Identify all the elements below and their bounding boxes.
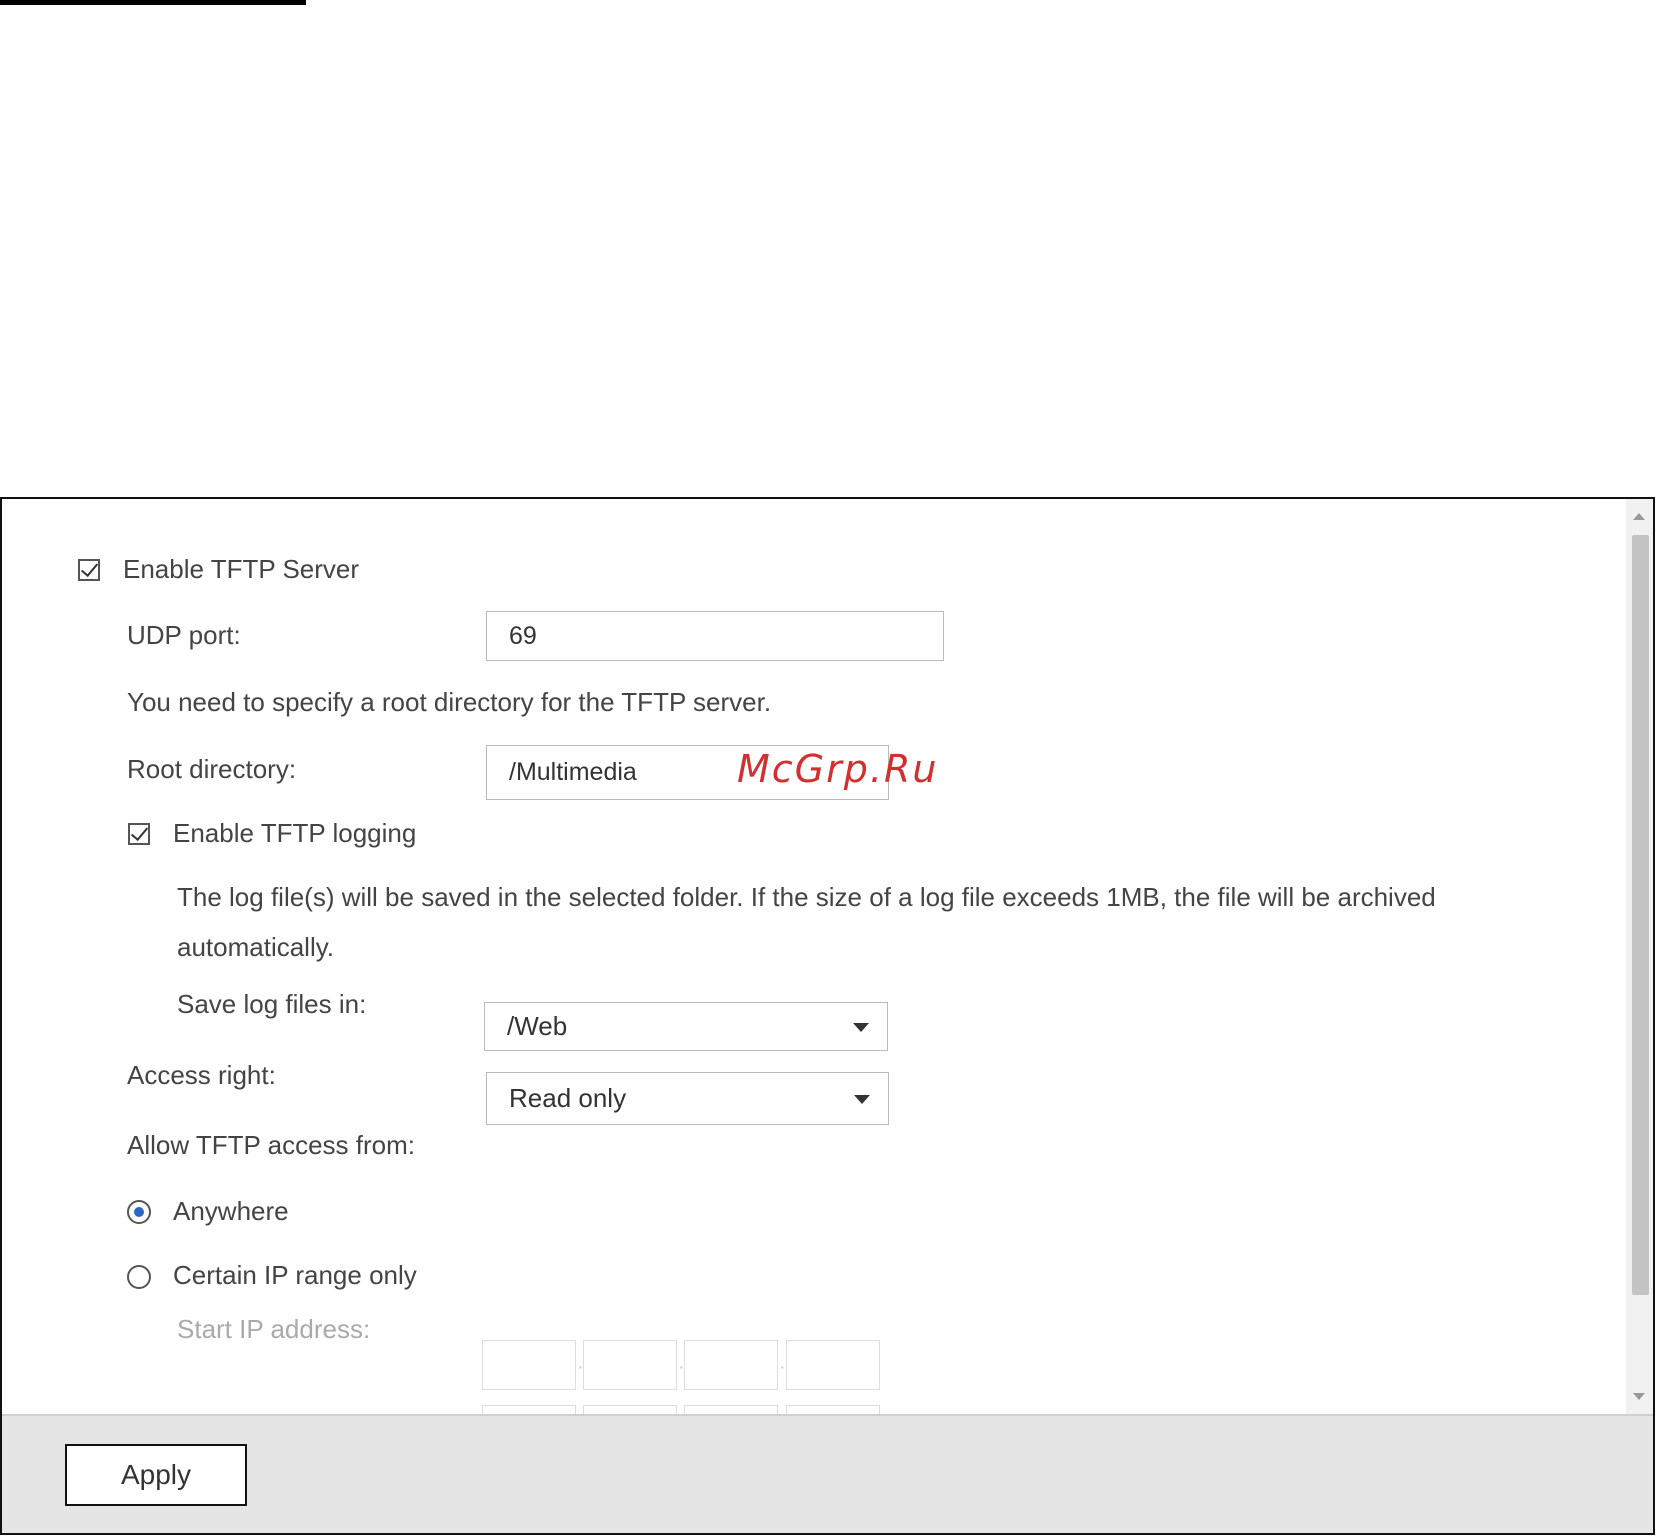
- start-ip-octet-4[interactable]: [786, 1340, 880, 1390]
- check-icon: [80, 558, 99, 578]
- access-anywhere-label: Anywhere: [173, 1196, 289, 1226]
- scroll-down-icon[interactable]: [1633, 1393, 1645, 1400]
- end-ip-octet-4[interactable]: [786, 1405, 880, 1414]
- scrollbar-thumb[interactable]: [1632, 535, 1649, 1295]
- enable-tftp-server-checkbox[interactable]: [78, 558, 100, 581]
- access-ip-range-radio[interactable]: [127, 1265, 151, 1289]
- settings-content: Enable TFTP Server UDP port: 69 You need…: [2, 499, 1626, 1414]
- check-icon: [130, 822, 149, 842]
- footer-bar: Apply: [2, 1414, 1653, 1533]
- save-log-folder-value: /Web: [507, 1011, 568, 1041]
- apply-button[interactable]: Apply: [65, 1444, 247, 1506]
- ip-separator: ·: [779, 1356, 786, 1378]
- access-right-value: Read only: [509, 1083, 627, 1113]
- end-ip-octet-1[interactable]: [482, 1405, 576, 1414]
- radio-selected-dot: [134, 1207, 144, 1217]
- access-right-label: Access right:: [127, 1060, 276, 1090]
- save-log-label: Save log files in:: [177, 989, 367, 1019]
- start-ip-octet-3[interactable]: [684, 1340, 778, 1390]
- start-ip-label: Start IP address:: [177, 1314, 371, 1344]
- vertical-scrollbar[interactable]: [1626, 499, 1653, 1414]
- watermark: McGrp.Ru: [737, 747, 939, 791]
- start-ip-octet-1[interactable]: [482, 1340, 576, 1390]
- start-ip-octet-2[interactable]: [583, 1340, 677, 1390]
- root-directory-note: You need to specify a root directory for…: [127, 687, 772, 717]
- chevron-down-icon: [853, 1022, 869, 1032]
- enable-tftp-logging-label: Enable TFTP logging: [173, 818, 417, 848]
- access-right-select[interactable]: Read only: [486, 1072, 889, 1125]
- top-rule: [0, 0, 306, 5]
- udp-port-input[interactable]: 69: [486, 611, 944, 661]
- enable-tftp-logging-checkbox[interactable]: [128, 822, 150, 845]
- access-anywhere-radio[interactable]: [127, 1200, 151, 1224]
- log-note-line1: The log file(s) will be saved in the sel…: [177, 882, 1436, 912]
- root-directory-label: Root directory:: [127, 754, 297, 784]
- end-ip-octet-2[interactable]: [583, 1405, 677, 1414]
- access-ip-range-label: Certain IP range only: [173, 1260, 417, 1290]
- allow-access-label: Allow TFTP access from:: [127, 1130, 415, 1160]
- end-ip-octet-3[interactable]: [684, 1405, 778, 1414]
- enable-tftp-server-label: Enable TFTP Server: [123, 554, 360, 584]
- log-note-line2: automatically.: [177, 932, 335, 962]
- chevron-down-icon: [854, 1094, 870, 1104]
- save-log-folder-select[interactable]: /Web: [484, 1002, 888, 1051]
- tftp-settings-window: Enable TFTP Server UDP port: 69 You need…: [0, 497, 1655, 1535]
- scroll-up-icon[interactable]: [1633, 513, 1645, 520]
- udp-port-label: UDP port:: [127, 620, 241, 650]
